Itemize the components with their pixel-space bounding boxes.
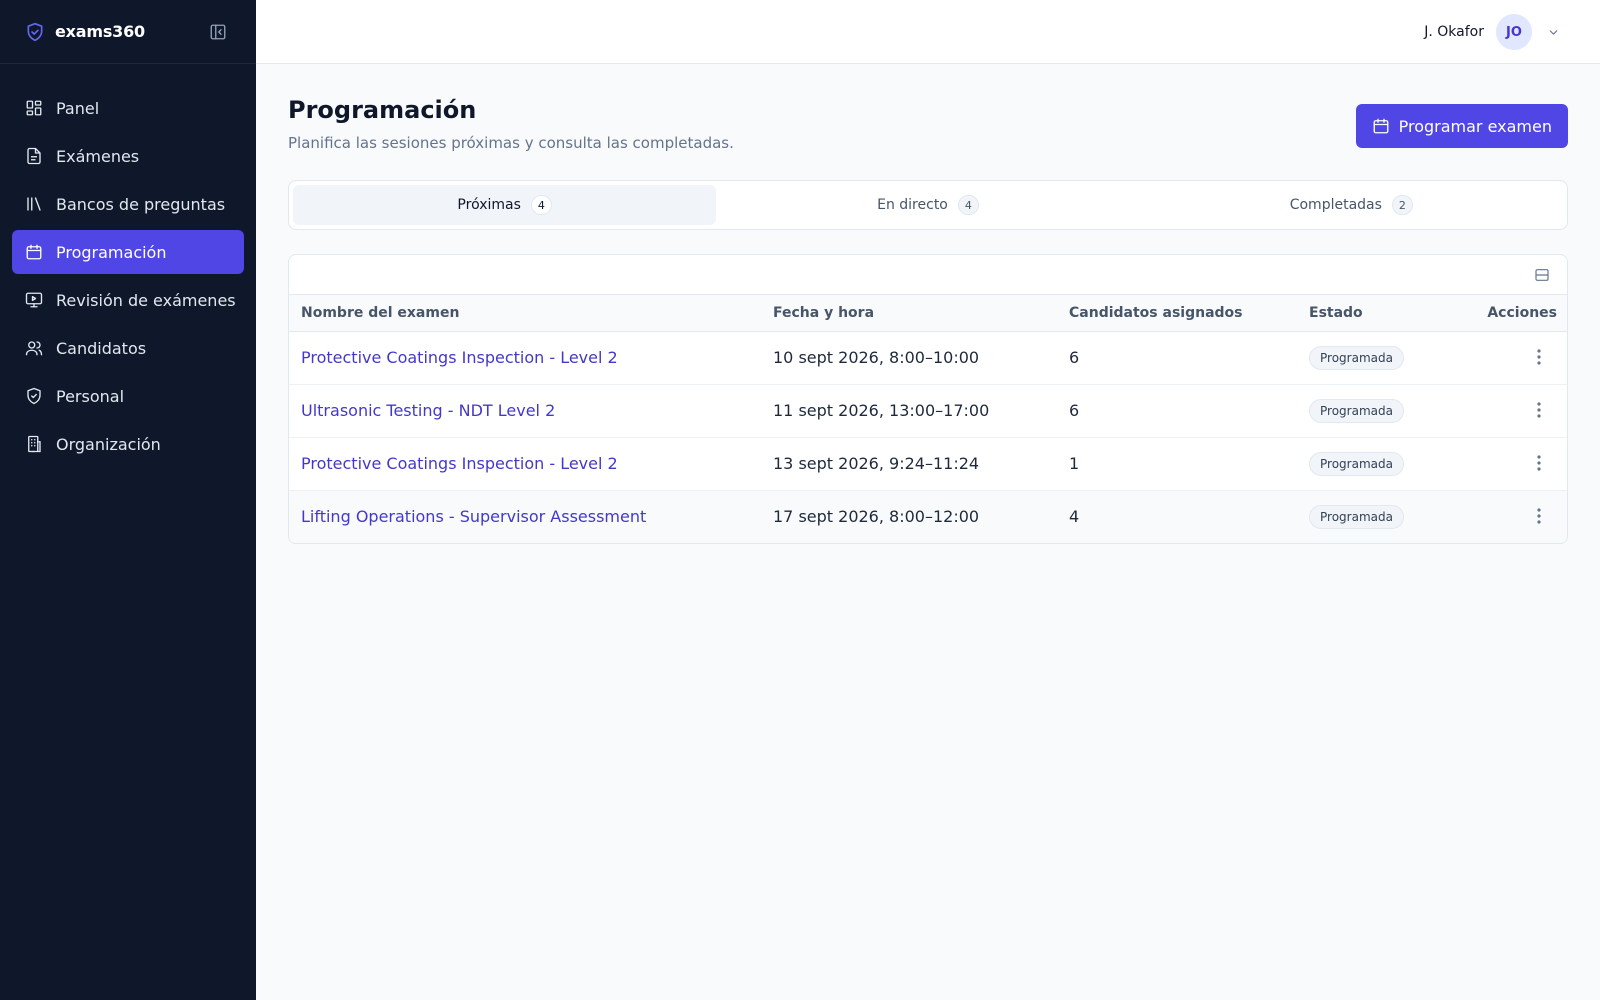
dashboard-icon — [24, 98, 44, 118]
exam-name-link[interactable]: Ultrasonic Testing - NDT Level 2 — [301, 401, 555, 420]
sidebar-collapse-icon[interactable] — [208, 22, 228, 42]
sidebar-item-programacion[interactable]: Programación — [12, 230, 244, 274]
more-vertical-icon[interactable] — [1529, 347, 1549, 367]
more-vertical-icon[interactable] — [1529, 506, 1549, 526]
sidebar: exams360 Panel Exámenes Bancos de pregun… — [0, 0, 256, 1000]
brand-name: exams360 — [55, 22, 145, 41]
tab-count-badge: 4 — [957, 195, 979, 215]
user-menu[interactable]: J. Okafor JO — [1424, 14, 1560, 50]
exam-datetime: 13 sept 2026, 9:24–11:24 — [773, 454, 980, 473]
column-header-exam-name[interactable]: Nombre del examen — [289, 295, 761, 332]
calendar-icon — [24, 242, 44, 262]
status-badge: Programada — [1309, 345, 1404, 370]
tab-completadas[interactable]: Completadas 2 — [1140, 185, 1563, 225]
avatar[interactable]: JO — [1496, 14, 1532, 50]
sidebar-item-label: Revisión de exámenes — [56, 290, 236, 310]
tab-count-badge: 2 — [1391, 195, 1413, 215]
sidebar-item-label: Personal — [56, 386, 125, 406]
chevron-down-icon[interactable] — [1546, 25, 1560, 39]
brand: exams360 — [0, 0, 256, 64]
tab-proximas[interactable]: Próximas 4 — [293, 185, 717, 225]
user-name: J. Okafor — [1424, 24, 1484, 40]
status-badge: Programada — [1309, 451, 1404, 476]
table-density-icon[interactable] — [1533, 266, 1551, 284]
exams-table: Nombre del examen Fecha y hora Candidato… — [289, 295, 1567, 543]
sidebar-item-label: Candidatos — [56, 338, 147, 358]
sidebar-item-panel[interactable]: Panel — [12, 86, 244, 130]
status-badge: Programada — [1309, 398, 1404, 423]
table-row: Protective Coatings Inspection - Level 2… — [289, 331, 1567, 384]
exam-datetime: 17 sept 2026, 8:00–12:00 — [773, 507, 980, 527]
monitor-play-icon — [24, 290, 44, 310]
exam-name-link[interactable]: Protective Coatings Inspection - Level 2 — [301, 348, 618, 367]
exam-name-link[interactable]: Protective Coatings Inspection - Level 2 — [301, 454, 618, 473]
more-vertical-icon[interactable] — [1529, 453, 1549, 473]
tab-count-badge: 4 — [530, 195, 552, 215]
more-vertical-icon[interactable] — [1529, 400, 1549, 420]
column-header-datetime[interactable]: Fecha y hora — [761, 295, 1057, 332]
table-toolbar — [289, 255, 1567, 295]
exam-name-link[interactable]: Lifting Operations - Supervisor Assessme… — [301, 507, 646, 526]
sidebar-item-label: Panel — [56, 98, 100, 118]
sidebar-item-revision-de-examenes[interactable]: Revisión de exámenes — [12, 278, 244, 322]
table-row: Lifting Operations - Supervisor Assessme… — [289, 490, 1567, 543]
tab-label: Completadas — [1289, 197, 1382, 213]
file-text-icon — [24, 146, 44, 166]
sidebar-item-personal[interactable]: Personal — [12, 374, 244, 418]
column-header-actions: Acciones — [1427, 295, 1567, 332]
sidebar-item-candidatos[interactable]: Candidatos — [12, 326, 244, 370]
exams-table-card: Nombre del examen Fecha y hora Candidato… — [288, 254, 1568, 544]
sidebar-item-organizacion[interactable]: Organización — [12, 422, 244, 466]
sidebar-item-label: Organización — [56, 434, 161, 454]
sidebar-item-label: Programación — [56, 242, 167, 262]
schedule-exam-button[interactable]: Programar examen — [1355, 104, 1568, 148]
top-bar: J. Okafor JO — [256, 0, 1600, 64]
page-title: Programación — [288, 96, 477, 124]
tab-en-directo[interactable]: En directo 4 — [716, 185, 1139, 225]
sidebar-nav: Panel Exámenes Bancos de preguntas Progr… — [0, 64, 256, 466]
tab-label: Próximas — [457, 197, 521, 213]
table-row: Protective Coatings Inspection - Level 2… — [289, 437, 1567, 490]
schedule-tabs: Próximas 4 En directo 4 Completadas 2 — [288, 180, 1568, 230]
table-row: Ultrasonic Testing - NDT Level 2 11 sept… — [289, 384, 1567, 437]
tab-label: En directo — [877, 197, 948, 213]
exam-candidates-count: 1 — [1069, 454, 1080, 473]
table-header-row: Nombre del examen Fecha y hora Candidato… — [289, 295, 1567, 332]
sidebar-item-label: Exámenes — [56, 146, 140, 166]
sidebar-item-bancos-de-preguntas[interactable]: Bancos de preguntas — [12, 182, 244, 226]
sidebar-item-label: Bancos de preguntas — [56, 194, 226, 214]
column-header-candidates[interactable]: Candidatos asignados — [1057, 295, 1297, 332]
exam-candidates-count: 6 — [1069, 401, 1080, 420]
sidebar-item-examenes[interactable]: Exámenes — [12, 134, 244, 178]
status-badge: Programada — [1309, 504, 1404, 529]
exam-candidates-count: 6 — [1069, 348, 1080, 367]
shield-check-icon — [24, 21, 46, 43]
users-icon — [24, 338, 44, 358]
schedule-exam-button-label: Programar examen — [1398, 116, 1552, 136]
page-subtitle: Planifica las sesiones próximas y consul… — [288, 134, 734, 152]
exam-datetime: 11 sept 2026, 13:00–17:00 — [773, 401, 990, 420]
exam-datetime: 10 sept 2026, 8:00–10:00 — [773, 348, 980, 367]
column-header-status[interactable]: Estado — [1297, 295, 1427, 332]
exam-candidates-count: 4 — [1069, 507, 1080, 527]
library-icon — [24, 194, 44, 214]
shield-icon — [24, 386, 44, 406]
calendar-icon — [1372, 117, 1390, 135]
building-icon — [24, 434, 44, 454]
